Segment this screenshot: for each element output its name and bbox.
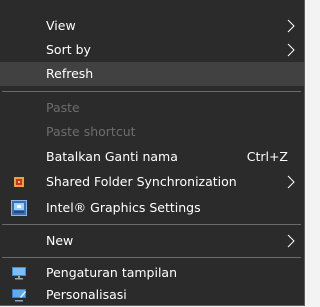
chevron-right-icon: [287, 43, 295, 57]
menu-item-refresh[interactable]: Refresh: [0, 62, 304, 86]
menu-item-label: Personalisasi: [46, 287, 127, 302]
menu-item-label: New: [46, 233, 74, 248]
display-settings-icon: [12, 267, 26, 280]
menu-item-display-settings[interactable]: Pengaturan tampilan: [0, 261, 304, 285]
menu-separator: [2, 91, 301, 92]
menu-item-paste[interactable]: Paste: [0, 96, 304, 120]
menu-item-label: Sort by: [46, 42, 91, 57]
menu-item-label: Refresh: [46, 66, 94, 81]
menu-item-shared-folder-sync[interactable]: Shared Folder Synchronization: [0, 170, 304, 194]
menu-item-personalization[interactable]: Personalisasi: [0, 283, 304, 307]
desktop-context-menu: View Sort by Refresh Paste Paste shortcu…: [0, 0, 305, 306]
menu-item-view[interactable]: View: [0, 14, 304, 38]
menu-item-paste-shortcut[interactable]: Paste shortcut: [0, 120, 304, 144]
menu-separator: [2, 224, 301, 225]
menu-item-new[interactable]: New: [0, 229, 304, 253]
chevron-right-icon: [287, 234, 295, 248]
menu-item-undo-rename[interactable]: Batalkan Ganti nama Ctrl+Z: [0, 145, 304, 169]
personalization-icon: [12, 289, 26, 302]
menu-separator: [2, 257, 301, 258]
menu-item-label: View: [46, 18, 76, 33]
menu-item-label: Intel® Graphics Settings: [46, 200, 201, 215]
menu-item-intel-graphics[interactable]: Intel® Graphics Settings: [0, 196, 304, 220]
shared-folder-sync-icon: [14, 177, 24, 187]
menu-item-label: Shared Folder Synchronization: [46, 174, 237, 189]
menu-item-shortcut: Ctrl+Z: [246, 149, 288, 164]
menu-item-label: Paste: [46, 100, 80, 115]
menu-item-sort-by[interactable]: Sort by: [0, 38, 304, 62]
menu-item-label: Pengaturan tampilan: [46, 265, 178, 280]
chevron-right-icon: [287, 19, 295, 33]
chevron-right-icon: [287, 175, 295, 189]
menu-item-label: Paste shortcut: [46, 124, 136, 139]
menu-item-label: Batalkan Ganti nama: [46, 149, 178, 164]
intel-graphics-icon: [11, 200, 27, 216]
